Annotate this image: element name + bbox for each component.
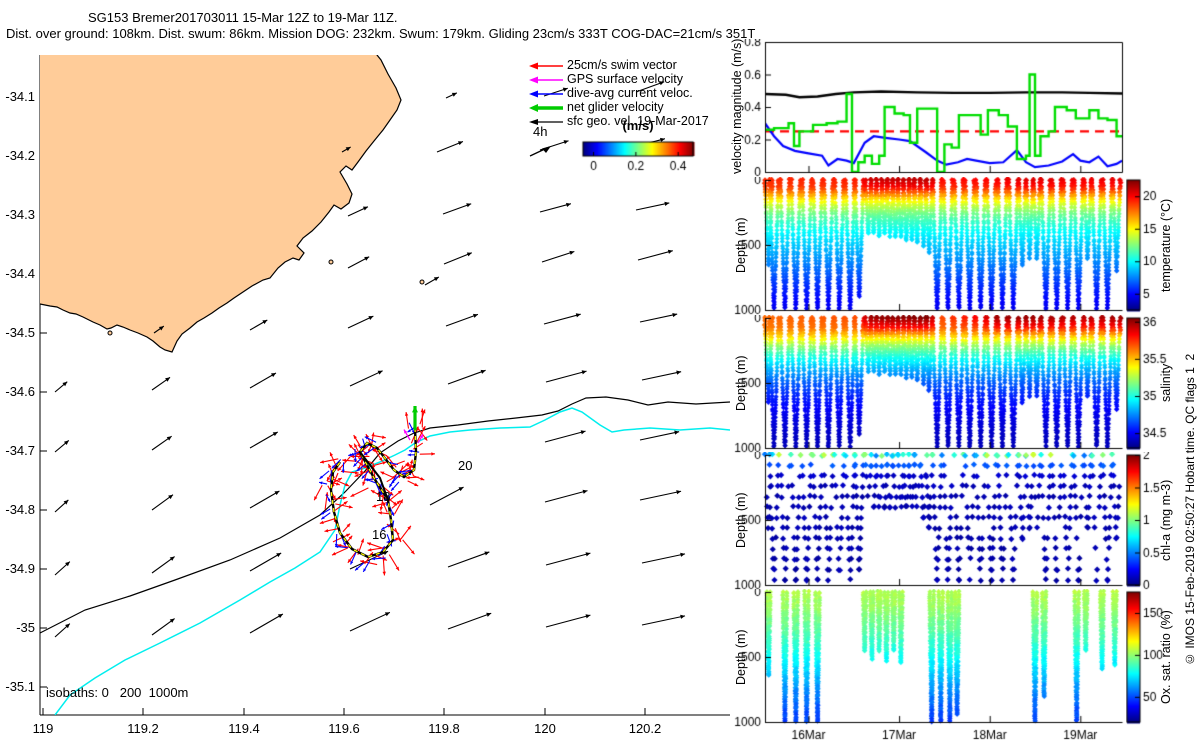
depth-axis-label: Depth (m): [734, 492, 748, 548]
svg-text:119.2: 119.2: [127, 721, 159, 736]
salinity-panel: [715, 315, 1125, 455]
legend-item-swim-vector: 25cm/s swim vector: [527, 58, 742, 72]
gps-velocity-arrow-icon: [527, 73, 567, 85]
legend-item-label: net glider velocity: [567, 100, 664, 114]
time-window-arrow-icon: [527, 142, 555, 165]
svg-text:119.8: 119.8: [428, 721, 460, 736]
salinity-colorbar-label: salinity: [1159, 363, 1173, 403]
svg-text:-34.3: -34.3: [5, 207, 35, 222]
svg-text:16: 16: [372, 527, 386, 542]
oxygen-colorbar-label: Ox. sat. ratio (%): [1159, 610, 1173, 704]
temperature-colorbar-label: temperature (°C): [1159, 198, 1173, 292]
net-glider-velocity-arrow-icon: [527, 101, 567, 113]
imos-credit: © IMOS 15-Feb-2019 02:50:27 Hobart time.…: [1183, 353, 1197, 667]
legend-item-label: GPS surface velocity: [567, 72, 684, 86]
velocity-panel: [715, 39, 1125, 189]
swim-vector-arrow-icon: [527, 59, 567, 71]
svg-text:-34.4: -34.4: [5, 266, 35, 281]
svg-text:119: 119: [33, 721, 54, 736]
svg-text:-34.7: -34.7: [5, 443, 35, 458]
map-velocity-colorbar: [575, 134, 700, 178]
svg-text:-34.5: -34.5: [5, 325, 35, 340]
svg-text:-35.1: -35.1: [5, 679, 35, 694]
svg-text:120.2: 120.2: [629, 721, 662, 736]
legend-item-gps-velocity: GPS surface velocity: [527, 72, 742, 86]
dive-avg-current-arrow-icon: [527, 87, 567, 99]
legend-item-net-glider-velocity: net glider velocity: [527, 100, 742, 114]
isobaths-note: isobaths: 0 200 1000m: [46, 685, 189, 700]
depth-axis-label: Depth (m): [734, 355, 748, 411]
seaglider-figure: SG153 Bremer201703011 15-Mar 12Z to 19-M…: [0, 0, 1200, 750]
legend-item-dive-avg-current: dive-avg current veloc.: [527, 86, 742, 100]
svg-text:-34.9: -34.9: [5, 561, 35, 576]
svg-text:-35: -35: [16, 620, 35, 635]
temperature-panel: [715, 177, 1125, 317]
svg-text:-34.6: -34.6: [5, 384, 35, 399]
chlorophyll-colorbar: [1126, 452, 1186, 592]
depth-axis-label: Depth (m): [734, 217, 748, 273]
svg-text:18: 18: [376, 489, 390, 504]
depth-axis-label: Depth (m): [734, 629, 748, 685]
chlorophyll-panel: [715, 452, 1125, 592]
chlorophyll-colorbar-label: chl-a (mg m-3): [1159, 479, 1173, 561]
svg-text:119.6: 119.6: [328, 721, 360, 736]
oxygen-panel: [715, 589, 1125, 750]
map-colorbar-title: (m/s): [622, 118, 654, 133]
svg-text:-34.8: -34.8: [5, 502, 35, 517]
svg-text:119.4: 119.4: [228, 721, 260, 736]
legend-item-label: dive-avg current veloc.: [567, 86, 693, 100]
velocity-axis-label: velocity magnitude (m/s): [730, 38, 744, 174]
svg-text:20: 20: [458, 458, 472, 473]
salinity-colorbar: [1126, 315, 1186, 455]
svg-text:120: 120: [534, 721, 556, 736]
legend-window-label: 4h: [533, 124, 548, 139]
legend-item-label: 25cm/s swim vector: [567, 58, 677, 72]
svg-text:-34.1: -34.1: [5, 89, 35, 104]
oxygen-colorbar: [1126, 589, 1186, 729]
temperature-colorbar: [1126, 177, 1186, 317]
svg-text:-34.2: -34.2: [5, 148, 35, 163]
